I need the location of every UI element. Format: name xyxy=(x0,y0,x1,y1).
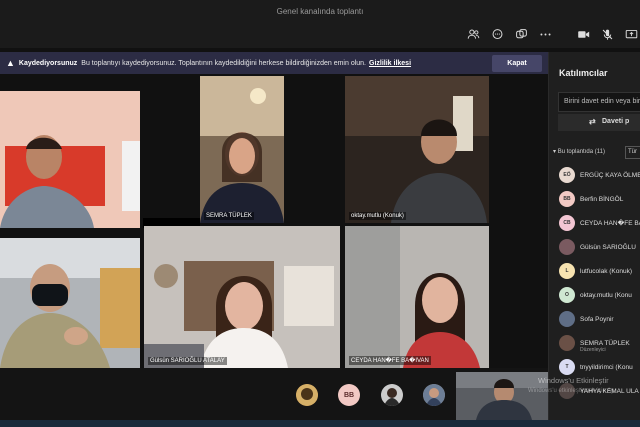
participant-row[interactable]: BB Berfin BİNGÖL xyxy=(559,188,640,210)
participant-name: lutfucolak (Konuk) xyxy=(580,267,633,275)
participants-icon[interactable] xyxy=(466,28,480,42)
participant-name-label: CEYDA HAN�FE BA�IVAN xyxy=(349,356,431,365)
share-invite-label: Daveti p xyxy=(602,118,630,125)
participant-avatar[interactable] xyxy=(296,384,318,406)
participant-avatar: L xyxy=(559,263,575,279)
participant-avatar: O xyxy=(559,287,575,303)
window-title: Genel kanalında toplantı xyxy=(276,6,364,16)
participant-name-label: Gülsün SARIOĞLU ATALAY xyxy=(148,357,227,365)
panel-title: Katılımcılar xyxy=(559,68,608,78)
participant-name: Gülsün SARIOĞLU xyxy=(580,243,636,251)
participant-name: tnyyildirimci (Konu xyxy=(580,363,633,371)
more-options-icon[interactable] xyxy=(538,28,552,42)
participant-name: CEYDA HAN�FE BA xyxy=(580,220,640,227)
video-tile[interactable]: oktay.mutlu (Konuk) xyxy=(345,76,489,223)
participant-video xyxy=(144,226,340,368)
participant-avatar[interactable]: BB xyxy=(338,384,360,406)
close-banner-button[interactable]: Kapat xyxy=(492,55,542,72)
participant-avatar[interactable] xyxy=(423,384,445,406)
participant-name: Sofa Poynir xyxy=(580,315,614,323)
participant-row[interactable]: Ttnyyildirimci (Konu xyxy=(559,356,640,378)
video-tile[interactable]: Gülsün SARIOĞLU ATALAY xyxy=(144,226,340,368)
participant-video xyxy=(0,238,140,368)
chat-icon[interactable] xyxy=(490,28,504,42)
video-grid: SEMRA TÜPLEK oktay.mutlu (Konuk) Gülsün … xyxy=(0,76,548,368)
participant-row[interactable]: Ooktay.mutlu (Konu xyxy=(559,284,640,306)
participant-row[interactable]: EÖ ERGÜÇ KAYA ÖLME xyxy=(559,164,640,186)
participant-name: Berfin BİNGÖL xyxy=(580,195,624,203)
participant-avatar: CB xyxy=(559,215,575,231)
meeting-toolbar xyxy=(0,22,640,48)
self-view-video[interactable] xyxy=(456,372,548,420)
warning-icon: ▲ xyxy=(6,58,15,68)
windows-taskbar xyxy=(0,420,640,427)
video-tile[interactable]: SEMRA TÜPLEK xyxy=(200,76,284,223)
share-link-icon: ⇄ xyxy=(589,117,596,126)
video-tile[interactable] xyxy=(0,238,140,368)
participant-avatar xyxy=(559,311,575,327)
participant-video xyxy=(345,226,489,368)
microphone-muted-icon[interactable] xyxy=(600,28,614,42)
participant-name-label: oktay.mutlu (Konuk) xyxy=(349,212,406,220)
participant-avatar: BB xyxy=(559,191,575,207)
participants-panel: Katılımcılar Birini davet edin veya bir … xyxy=(548,52,640,420)
share-invite-button[interactable]: ⇄ Daveti p xyxy=(558,114,640,131)
activation-watermark-text: Windows'u etkinleştirmek için Ay xyxy=(528,388,615,394)
in-meeting-section-header[interactable]: ▾ Bu toplantıda (11) xyxy=(553,148,605,155)
participant-video xyxy=(0,91,140,228)
mute-all-button[interactable]: Tür xyxy=(625,146,640,159)
recording-banner: ▲ Kaydediyorsunuz Bu toplantıyı kaydediy… xyxy=(0,52,548,74)
participant-row[interactable]: SEMRA TÜPLEK Düzenleyici xyxy=(559,332,640,354)
participant-role: Düzenleyici xyxy=(580,347,606,353)
activation-watermark-title: Windows'u Etkinleştir xyxy=(538,376,609,385)
participant-row[interactable]: Llutfucolak (Konuk) xyxy=(559,260,640,282)
participant-avatar: EÖ xyxy=(559,167,575,183)
section-label: Bu toplantıda (11) xyxy=(557,149,605,155)
participant-video xyxy=(200,76,284,223)
banner-title: Kaydediyorsunuz xyxy=(18,59,78,67)
participant-row[interactable]: Gülsün SARIOĞLU xyxy=(559,236,640,258)
participant-avatar: T xyxy=(559,359,575,375)
video-tile[interactable] xyxy=(0,91,140,228)
video-tile[interactable]: CEYDA HAN�FE BA�IVAN xyxy=(345,226,489,368)
participant-name: SEMRA TÜPLEK xyxy=(580,339,630,347)
participant-name-label: SEMRA TÜPLEK xyxy=(204,212,254,220)
privacy-policy-link[interactable]: Gizlilik ilkesi xyxy=(369,60,411,67)
participant-avatar xyxy=(559,335,575,351)
invite-input[interactable]: Birini davet edin veya bir xyxy=(558,92,640,112)
teams-meeting-window: Genel kanalında toplantı ▲ Kaydediyorsun… xyxy=(0,0,640,427)
participant-avatar xyxy=(559,239,575,255)
share-screen-icon[interactable] xyxy=(624,28,638,42)
participant-name: ERGÜÇ KAYA ÖLME xyxy=(580,171,640,179)
participant-row[interactable]: CB CEYDA HAN�FE BA xyxy=(559,212,640,234)
participant-row[interactable]: Sofa Poynir xyxy=(559,308,640,330)
banner-message: Bu toplantıyı kaydediyorsunuz. Toplantın… xyxy=(81,59,366,67)
participant-name: oktay.mutlu (Konu xyxy=(580,291,632,299)
reactions-icon[interactable] xyxy=(514,28,528,42)
title-bar: Genel kanalında toplantı xyxy=(0,0,640,22)
participant-video xyxy=(345,76,489,223)
camera-icon[interactable] xyxy=(576,28,590,42)
participant-avatar[interactable] xyxy=(381,384,403,406)
